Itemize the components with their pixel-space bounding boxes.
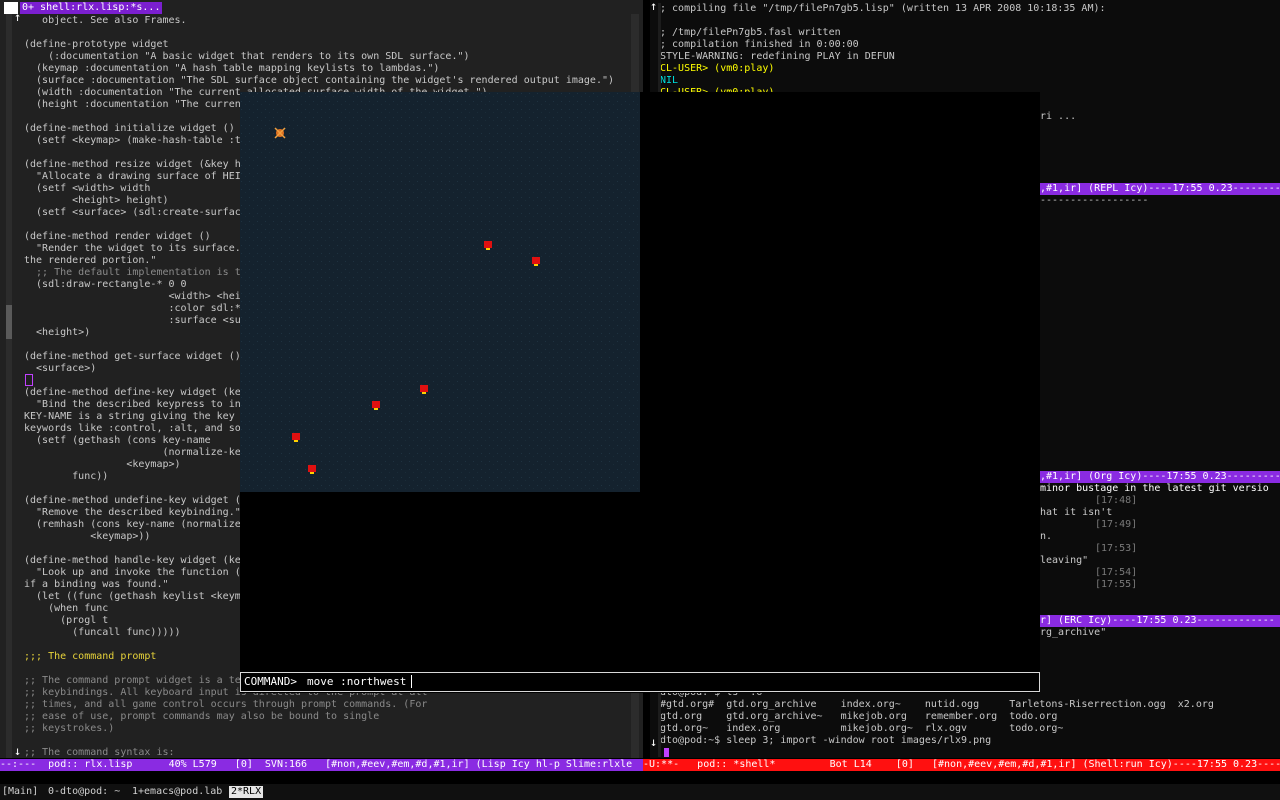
- left-fringe: [6, 14, 12, 758]
- code-line[interactable]: "Render the widget to its surface.: [24, 243, 241, 255]
- window-title-tab[interactable]: 0+ shell:rlx.lisp:*s...: [20, 2, 162, 14]
- code-line[interactable]: <height> height): [24, 195, 168, 207]
- repl-line[interactable]: ; compilation finished in 0:00:00: [660, 39, 859, 51]
- code-line[interactable]: (define-method initialize widget (): [24, 123, 235, 135]
- code-line[interactable]: ;; times, and all game control occurs th…: [24, 699, 427, 711]
- status-window-1[interactable]: 1+emacs@pod.lab: [132, 786, 222, 798]
- shell-cursor: [664, 748, 669, 757]
- code-line[interactable]: (setf <surface> (sdl:create-surfac: [24, 207, 241, 219]
- code-line[interactable]: object. See also Frames.: [24, 15, 187, 27]
- code-line[interactable]: (height :documentation "The current: [24, 99, 247, 111]
- org-modeline[interactable]: ,#1,ir] (Org Icy)----17:55 0.23---------…: [1040, 471, 1280, 483]
- chat-line[interactable]: [17:53]: [1095, 543, 1137, 555]
- code-line[interactable]: (remhash (cons key-name (normalize: [24, 519, 241, 531]
- status-main[interactable]: [Main]: [2, 786, 38, 798]
- code-line[interactable]: :surface <su: [24, 315, 240, 327]
- code-line[interactable]: (sdl:draw-rectangle-* 0 0: [24, 279, 187, 291]
- command-input[interactable]: move :northwest: [307, 676, 406, 688]
- code-line[interactable]: "Bind the described keypress to in: [24, 399, 241, 411]
- erc-fragment: rg_archive": [1040, 627, 1107, 638]
- game-floor: [240, 92, 640, 492]
- code-line[interactable]: <height>): [24, 327, 90, 339]
- code-line[interactable]: "Allocate a drawing surface of HEI: [24, 171, 241, 183]
- erc-modeline[interactable]: r] (ERC Icy)----17:55 0.23-------------: [1040, 615, 1280, 627]
- chat-line[interactable]: leaving": [1040, 555, 1088, 567]
- repl-line[interactable]: NIL: [660, 75, 678, 87]
- repl-line[interactable]: CL-USER> (vm0:play): [660, 63, 774, 75]
- shell-modeline[interactable]: -U:**- pod:: *shell* Bot L14 [0] [#non,#…: [643, 759, 1280, 771]
- code-line[interactable]: <keymap>)): [24, 531, 150, 543]
- code-line[interactable]: if a binding was found.": [24, 579, 169, 591]
- code-line[interactable]: <width> <hei: [24, 291, 240, 303]
- player-sprite-icon: [274, 127, 286, 139]
- chat-line[interactable]: n.: [1040, 531, 1052, 543]
- code-line[interactable]: ;; ease of use, prompt commands may also…: [24, 711, 379, 723]
- scroll-up-arrow-icon[interactable]: ↑: [14, 11, 21, 23]
- left-fringe-thumb: [6, 305, 12, 339]
- code-line[interactable]: (setf (gethash (cons key-name: [24, 435, 211, 447]
- code-line[interactable]: ;; The command prompt widget is a te: [24, 675, 241, 687]
- code-line[interactable]: (define-method handle-key widget (ke: [24, 555, 241, 567]
- code-line[interactable]: ;;; The command prompt: [24, 651, 156, 663]
- code-line[interactable]: (setf <keymap> (make-hash-table :t: [24, 135, 241, 147]
- code-line[interactable]: (setf <width> width: [24, 183, 150, 195]
- code-line[interactable]: (define-method render widget (): [24, 231, 211, 243]
- shell-line[interactable]: gtd.org gtd.org_archive~ mikejob.org rem…: [660, 711, 1057, 723]
- code-line[interactable]: (keymap :documentation "A hash table map…: [24, 63, 439, 75]
- code-line[interactable]: (:documentation "A basic widget that ren…: [24, 51, 469, 63]
- code-line[interactable]: <surface>): [24, 363, 96, 375]
- code-line[interactable]: (let ((func (gethash keylist <keym: [24, 591, 241, 603]
- code-line[interactable]: ;; The command syntax is:: [24, 747, 175, 758]
- scroll-down-arrow-icon[interactable]: ↓: [650, 736, 657, 748]
- repl-modeline[interactable]: ,#1,ir] (REPL Icy)----17:55 0.23--------…: [1040, 183, 1280, 195]
- code-line[interactable]: ;; The default implementation is t: [24, 267, 241, 279]
- repl-separator: ------------------: [1040, 195, 1149, 206]
- code-line[interactable]: ;; keystrokes.): [24, 723, 114, 735]
- status-window-0[interactable]: 0-dto@pod: ~: [48, 786, 120, 798]
- code-line[interactable]: (normalize-ke: [24, 447, 240, 459]
- code-line[interactable]: :color sdl:*: [24, 303, 240, 315]
- chat-line[interactable]: [17:55]: [1095, 579, 1137, 591]
- code-line[interactable]: (progl t: [24, 615, 108, 627]
- code-line[interactable]: (define-method get-surface widget (): [24, 351, 241, 363]
- status-window-2-selected[interactable]: 2*RLX: [229, 786, 264, 798]
- shell-line[interactable]: dto@pod:~$ sleep 3; import -window root …: [660, 735, 991, 747]
- code-line[interactable]: (when func: [24, 603, 108, 615]
- code-line[interactable]: keywords like :control, :alt, and so: [24, 423, 241, 435]
- repl-fragment: ri ...: [1040, 111, 1077, 122]
- scroll-down-arrow-icon[interactable]: ↓: [14, 745, 21, 757]
- code-line[interactable]: func)): [24, 471, 108, 483]
- code-line[interactable]: (define-method undefine-key widget (: [24, 495, 241, 507]
- command-prompt-bar[interactable]: COMMAND> move :northwest: [240, 672, 1040, 692]
- repl-line[interactable]: ; /tmp/filePn7gb5.fasl written: [660, 27, 841, 39]
- code-line[interactable]: "Remove the described keybinding.": [24, 507, 241, 519]
- repl-line[interactable]: ; compiling file "/tmp/filePn7gb5.lisp" …: [660, 3, 1106, 15]
- chat-line[interactable]: hat it isn't: [1040, 507, 1112, 519]
- code-line[interactable]: <keymap>): [24, 459, 180, 471]
- command-prompt-label: COMMAND>: [244, 675, 297, 688]
- chat-line[interactable]: [17:49]: [1095, 519, 1137, 531]
- shell-line[interactable]: gtd.org~ index.org mikejob.org~ rlx.ogv …: [660, 723, 1063, 735]
- code-line[interactable]: (surface :documentation "The SDL surface…: [24, 75, 614, 87]
- chat-line[interactable]: [17:48]: [1095, 495, 1137, 507]
- code-line[interactable]: KEY-NAME is a string giving the key: [24, 411, 235, 423]
- code-line[interactable]: (define-method resize widget (&key h: [24, 159, 241, 171]
- chat-line[interactable]: minor bustage in the latest git versio: [1040, 483, 1269, 495]
- code-line[interactable]: (define-prototype widget: [24, 39, 169, 51]
- text-caret: [411, 675, 412, 688]
- code-line[interactable]: (funcall func))))): [24, 627, 180, 639]
- screen-window-bar[interactable]: [Main] 0-dto@pod: ~ 1+emacs@pod.lab 2*RL…: [0, 784, 1280, 800]
- code-line[interactable]: the rendered portion.": [24, 255, 156, 267]
- code-line[interactable]: (define-method define-key widget (ke: [24, 387, 241, 399]
- scroll-up-arrow-icon[interactable]: ↑: [650, 0, 657, 12]
- cursor-marker: [25, 374, 33, 386]
- game-map-canvas[interactable]: [240, 92, 640, 492]
- chat-line[interactable]: [17:54]: [1095, 567, 1137, 579]
- lisp-modeline[interactable]: --:--- pod:: rlx.lisp 40% L579 [0] SVN:1…: [0, 759, 643, 771]
- code-line[interactable]: "Look up and invoke the function (: [24, 567, 241, 579]
- repl-line[interactable]: STYLE-WARNING: redefining PLAY in DEFUN: [660, 51, 895, 63]
- shell-line[interactable]: #gtd.org# gtd.org_archive index.org~ nut…: [660, 699, 1214, 711]
